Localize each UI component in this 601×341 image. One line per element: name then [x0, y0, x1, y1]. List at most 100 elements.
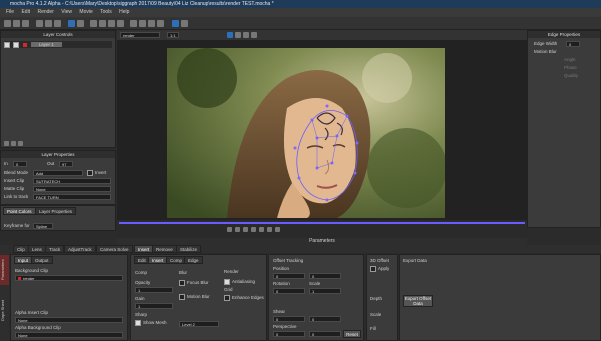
link-track-select[interactable]: FACE TURN — [33, 194, 111, 200]
menu-help[interactable]: Help — [119, 9, 129, 15]
apply-checkbox[interactable]: Apply — [370, 265, 389, 272]
tab-layer-properties[interactable]: Layer Properties — [35, 207, 77, 215]
xspline-tool-icon[interactable] — [90, 20, 97, 27]
opacity-field[interactable]: 1 — [135, 287, 173, 293]
menu-movie[interactable]: Movie — [79, 9, 92, 15]
playback-controls — [117, 226, 527, 234]
layer-color-icon[interactable] — [22, 42, 27, 47]
menu-tools[interactable]: Tools — [100, 9, 112, 15]
insert-clip-select[interactable]: SUTRATECH — [33, 178, 111, 184]
rect-tool-icon[interactable] — [148, 20, 155, 27]
alpha-insert-select[interactable]: None — [15, 317, 123, 323]
tab-output[interactable]: Output — [31, 256, 53, 264]
add-bezier-icon[interactable] — [117, 20, 124, 27]
viewer-image[interactable] — [167, 48, 445, 218]
hand-tool-icon[interactable] — [45, 20, 52, 27]
shear-y-field[interactable]: 0 — [309, 316, 341, 322]
tab-insert[interactable]: Insert — [134, 245, 154, 253]
view-layers-icon[interactable] — [243, 32, 249, 38]
show-mesh-checkbox[interactable]: Show Mesh — [135, 319, 167, 326]
zoom-tool-icon[interactable] — [54, 20, 61, 27]
tab-edge[interactable]: Edge — [184, 256, 203, 264]
bg-clip-label: Background Clip — [15, 268, 49, 273]
out-field[interactable]: 97 — [59, 161, 73, 167]
in-field[interactable]: 0 — [13, 161, 27, 167]
tab-comp[interactable]: Comp — [166, 256, 187, 264]
reset-button[interactable]: Reset — [343, 330, 361, 338]
duplicate-layer-icon[interactable] — [11, 141, 16, 146]
lock-icon[interactable] — [13, 41, 20, 48]
visibility-icon[interactable] — [4, 41, 10, 48]
antialias-checkbox[interactable]: Antialiasing — [224, 278, 255, 285]
export-offset-data-button[interactable]: Export Offset Data — [403, 295, 433, 307]
go-end-icon[interactable] — [275, 227, 280, 232]
edge-width-field[interactable]: 0 — [566, 41, 580, 47]
uberkey-icon[interactable] — [181, 20, 188, 27]
add-layer-icon[interactable] — [4, 141, 9, 146]
persp-y-field[interactable]: 0 — [309, 331, 341, 337]
move-icon[interactable] — [77, 20, 84, 27]
stop-icon[interactable] — [251, 227, 256, 232]
rotation-field[interactable]: 0 — [273, 288, 305, 294]
tab-remove[interactable]: Remove — [152, 245, 177, 253]
add-point-icon[interactable] — [172, 20, 179, 27]
menu-edit[interactable]: Edit — [21, 9, 30, 15]
menu-render[interactable]: Render — [37, 9, 53, 15]
persp-x-field[interactable]: 0 — [273, 331, 305, 337]
position-x-field[interactable]: 0 — [273, 273, 305, 279]
tab-camera-solve[interactable]: Camera Solve — [96, 245, 133, 253]
tab-adjust-track[interactable]: AdjustTrack — [64, 245, 96, 253]
step-forward-icon[interactable] — [267, 227, 272, 232]
alpha-bg-select[interactable]: None — [15, 332, 123, 338]
layer-row[interactable]: Layer 1 — [4, 41, 112, 48]
view-overlay-icon[interactable] — [227, 32, 233, 38]
freehand-tool-icon[interactable] — [139, 20, 146, 27]
dope-sheet-side-tab[interactable]: Dope Sheet — [0, 295, 9, 325]
tab-insert-render[interactable]: Insert — [148, 256, 168, 264]
open-project-icon[interactable] — [13, 20, 20, 27]
zoom-select[interactable]: 1:1 — [167, 32, 179, 38]
layer-name[interactable]: Layer 1 — [30, 42, 62, 47]
pointer-icon[interactable] — [68, 20, 75, 27]
enhance-edges-checkbox[interactable]: Enhance Edges — [224, 294, 264, 301]
gain-field[interactable]: 1 — [135, 303, 173, 309]
bezier-tool-icon[interactable] — [99, 20, 106, 27]
view-matte-icon[interactable] — [235, 32, 241, 38]
clip-select[interactable]: render — [120, 32, 160, 38]
play-icon[interactable] — [259, 227, 264, 232]
tab-input[interactable]: Input — [14, 256, 33, 264]
go-start-icon[interactable] — [227, 227, 232, 232]
add-xspline-icon[interactable] — [108, 20, 115, 27]
parameters-side-tab[interactable]: Parameters — [0, 255, 9, 285]
timeline-bar[interactable] — [119, 222, 525, 224]
blend-mode-select[interactable]: Add — [33, 170, 83, 176]
tab-lens[interactable]: Lens — [28, 245, 46, 253]
position-y-field[interactable]: 0 — [309, 273, 341, 279]
magnetic-tool-icon[interactable] — [130, 20, 137, 27]
save-project-icon[interactable] — [22, 20, 29, 27]
menu-file[interactable]: File — [6, 9, 14, 15]
tab-clip[interactable]: Clip — [13, 245, 29, 253]
step-back-icon[interactable] — [235, 227, 240, 232]
scale-field[interactable]: 1 — [309, 288, 341, 294]
blur-level-select[interactable]: Level 2 — [179, 321, 219, 327]
view-mesh-icon[interactable] — [251, 32, 257, 38]
ellipse-tool-icon[interactable] — [157, 20, 164, 27]
keyframe-for-select[interactable]: Spline — [33, 223, 53, 229]
matte-clip-select[interactable]: None — [33, 186, 111, 192]
tab-point-colors[interactable]: Point Colors — [3, 207, 36, 215]
shear-x-field[interactable]: 0 — [273, 316, 305, 322]
keyframe-for-label: Keyframe for — [4, 223, 30, 228]
play-back-icon[interactable] — [243, 227, 248, 232]
menu-view[interactable]: View — [61, 9, 72, 15]
select-tool-icon[interactable] — [36, 20, 43, 27]
motion-blur-checkbox[interactable]: Motion Blur — [179, 293, 210, 300]
bg-clip-select[interactable]: render — [15, 275, 123, 281]
focus-blur-checkbox[interactable]: Focus Blur — [179, 279, 209, 286]
invert-checkbox[interactable]: Invert — [87, 169, 106, 176]
tab-stabilize[interactable]: Stabilize — [176, 245, 202, 253]
tab-track[interactable]: Track — [45, 245, 65, 253]
out-label: Out — [47, 161, 55, 166]
new-project-icon[interactable] — [4, 20, 11, 27]
delete-layer-icon[interactable] — [18, 141, 23, 146]
